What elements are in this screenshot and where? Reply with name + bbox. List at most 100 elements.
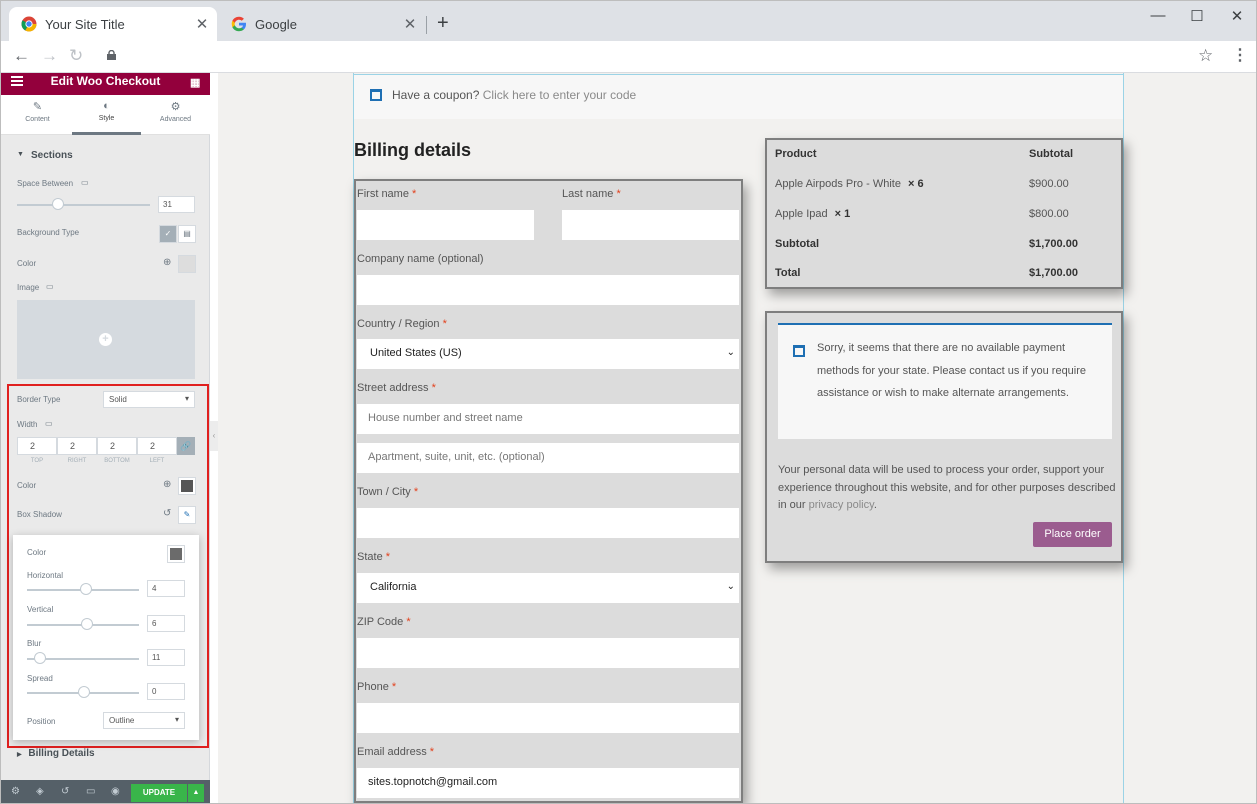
width-bottom-label: BOTTOM [104,458,130,464]
space-between-slider[interactable] [17,204,150,206]
tab-advanced[interactable]: ⚙ Advanced [141,95,210,135]
background-type-label: Background Type [17,228,80,237]
editor-panel: Edit Woo Checkout ▦ ✎ Content ◐ Style ⚙ … [1,73,210,803]
update-options-caret-icon[interactable]: ▲ [188,784,204,802]
slider-handle[interactable] [80,583,92,595]
slider-handle[interactable] [81,618,93,630]
slider-handle[interactable] [34,652,46,664]
globe-icon[interactable]: ⊕ [163,479,171,490]
sections-toggle[interactable]: ▼ Sections [1,147,210,171]
tab-separator [426,16,427,34]
width-right-label: RIGHT [67,458,87,464]
tab-google[interactable]: Google ✕ [219,7,425,41]
close-window-button[interactable]: ✕ [1227,7,1247,25]
billing-details-label: Billing Details [28,748,95,759]
spread-input[interactable]: 0 [147,683,185,700]
apps-grid-icon[interactable]: ▦ [190,76,200,89]
country-value: United States (US) [370,347,462,359]
coupon-link[interactable]: Click here to enter your code [483,88,636,102]
border-color-swatch[interactable] [178,477,196,495]
classic-brush-icon[interactable]: ✓ [159,225,177,243]
maximize-button[interactable]: ☐ [1187,7,1207,25]
privacy-policy-link[interactable]: privacy policy [809,499,874,511]
tab-your-site-title[interactable]: Your Site Title ✕ [9,7,217,41]
width-bottom-input[interactable]: 2 [97,437,137,455]
add-image-icon[interactable]: + [99,333,112,346]
reload-icon[interactable]: ↻ [69,46,83,66]
state-value: California [370,581,417,593]
street2-input[interactable]: Apartment, suite, unit, etc. (optional) [357,443,739,473]
subtotal-value: $1,700.00 [1029,238,1078,250]
street-input[interactable]: House number and street name [357,404,739,434]
width-left-input[interactable]: 2 [137,437,177,455]
globe-icon[interactable]: ⊕ [163,257,171,268]
gradient-icon[interactable]: ▤ [178,225,196,243]
close-tab-icon[interactable]: ✕ [195,15,209,33]
width-top-input[interactable]: 2 [17,437,57,455]
position-select[interactable]: Outline ▾ [103,712,185,729]
image-chooser[interactable]: + [17,300,195,379]
google-icon [231,16,246,32]
city-input[interactable] [357,508,739,538]
billing-form: First name * Last name * Company name (o… [354,179,743,803]
chrome-icon [21,16,37,32]
horizontal-input[interactable]: 4 [147,580,185,597]
chevron-down-icon: ▾ [174,715,179,724]
collapse-panel-handle[interactable]: ‹ [210,421,218,451]
border-type-select[interactable]: Solid ▾ [103,391,195,408]
contrast-icon: ◐ [103,100,110,112]
more-menu-icon[interactable]: ⋮ [1232,45,1248,65]
tab-style[interactable]: ◐ Style [72,95,141,135]
navigator-layers-icon[interactable]: ◈ [36,786,44,797]
update-button[interactable]: UPDATE [131,784,187,802]
new-tab-button[interactable]: + [437,13,449,33]
item-qty: × 6 [908,178,924,190]
calendar-icon [793,345,805,357]
shadow-color-swatch[interactable] [167,545,185,563]
width-right-input[interactable]: 2 [57,437,97,455]
link-values-icon[interactable]: 🔗 [177,437,195,455]
settings-gear-icon[interactable]: ⚙ [11,786,20,797]
state-select[interactable]: California ⌄ [357,573,739,603]
chevron-down-icon: ▾ [184,394,189,403]
edit-shadow-icon[interactable]: ✎ [178,506,196,524]
close-tab-icon[interactable]: ✕ [403,15,417,33]
desktop-icon: ▭ [46,282,54,291]
billing-details-toggle[interactable]: ▶ Billing Details [17,748,95,759]
calendar-icon [370,89,382,101]
responsive-mode-icon[interactable]: ▭ [86,786,95,797]
forward-arrow-icon[interactable]: → [41,46,58,66]
last-name-input[interactable] [562,210,739,240]
tab-style-label: Style [98,115,115,122]
country-label: Country / Region * [357,318,447,330]
phone-input[interactable] [357,703,739,733]
zip-input[interactable] [357,638,739,668]
background-color-label: Color [17,259,37,268]
bookmark-star-icon[interactable]: ☆ [1198,46,1213,66]
desktop-icon: ▭ [45,419,53,428]
preview-eye-icon[interactable]: ◉ [111,786,120,797]
first-name-input[interactable] [357,210,534,240]
place-order-button[interactable]: Place order [1033,522,1112,547]
slider-handle[interactable] [78,686,90,698]
width-top-label: TOP [30,458,44,464]
company-input[interactable] [357,275,739,305]
history-icon[interactable]: ↺ [61,786,69,797]
vertical-input[interactable]: 6 [147,615,185,632]
total-value: $1,700.00 [1029,267,1078,279]
country-select[interactable]: United States (US) ⌄ [357,339,739,369]
slider-handle[interactable] [52,198,64,210]
email-input[interactable]: sites.topnotch@gmail.com [357,768,739,798]
tab-content[interactable]: ✎ Content [3,95,72,135]
lock-icon [107,50,116,60]
company-label: Company name (optional) [357,253,484,265]
back-arrow-icon[interactable]: ← [13,46,30,66]
pencil-icon: ✎ [32,101,43,113]
color-swatch[interactable] [178,255,196,273]
blur-input[interactable]: 11 [147,649,185,666]
space-between-input[interactable]: 31 [158,196,195,213]
order-review-table: Product Subtotal Apple Airpods Pro - Whi… [765,138,1123,289]
subtotal-label: Subtotal [775,238,819,250]
reset-icon[interactable]: ↺ [163,508,171,519]
minimize-button[interactable]: — [1148,7,1168,24]
